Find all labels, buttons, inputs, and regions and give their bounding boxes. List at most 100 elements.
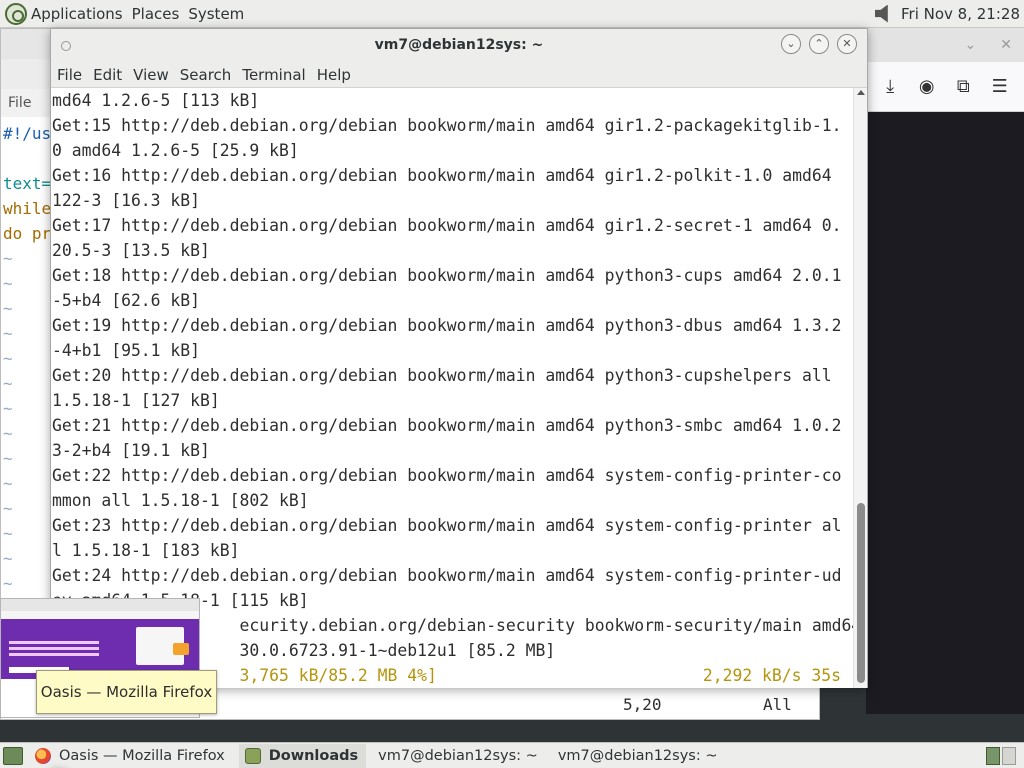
scroll-percentage: All xyxy=(763,695,792,714)
editor-line: ~ xyxy=(3,474,13,493)
editor-line: ~ xyxy=(3,449,13,468)
firefox-titlebar: ⌄ ✕ xyxy=(866,28,1024,62)
download-icon[interactable]: ⤓ xyxy=(878,76,902,97)
terminal-scrollbar[interactable] xyxy=(853,88,867,688)
scrollbar-thumb[interactable] xyxy=(857,503,865,683)
debian-menu-icon[interactable] xyxy=(5,2,27,25)
terminal-line: md64 1.2.6-5 [113 kB] xyxy=(52,91,260,110)
editor-line: ~ xyxy=(3,299,13,318)
account-icon[interactable]: ◉ xyxy=(915,76,939,97)
terminal-line: 0 amd64 1.2.6-5 [25.9 kB] xyxy=(52,141,299,160)
extensions-icon[interactable]: ⧉ xyxy=(951,76,975,97)
terminal-line: Get:19 http://deb.debian.org/debian book… xyxy=(52,316,842,335)
editor-line: ~ xyxy=(3,574,13,593)
taskbar-tooltip: Oasis — Mozilla Firefox xyxy=(36,670,217,714)
terminal-line: Get:20 http://deb.debian.org/debian book… xyxy=(52,366,832,385)
terminal-line: Get:24 http://deb.debian.org/debian book… xyxy=(52,566,842,585)
task-label: vm7@debian12sys: ~ xyxy=(378,747,538,764)
editor-line: ~ xyxy=(3,374,13,393)
terminal-line: 3-2+b4 [19.1 kB] xyxy=(52,441,210,460)
close-icon[interactable]: ✕ xyxy=(837,34,857,54)
firefox-close-icon[interactable]: ✕ xyxy=(1000,37,1012,53)
menu-terminal[interactable]: Terminal xyxy=(242,66,305,84)
preview-tabs xyxy=(1,599,199,611)
menu-edit[interactable]: Edit xyxy=(93,66,122,84)
editor-menu-file[interactable]: File xyxy=(1,89,53,117)
menu-help[interactable]: Help xyxy=(317,66,351,84)
task-terminal-2[interactable]: vm7@debian12sys: ~ xyxy=(552,744,726,768)
editor-line: ~ xyxy=(3,324,13,343)
maximize-icon[interactable]: ⌃ xyxy=(809,34,829,54)
terminal-line: Get:16 http://deb.debian.org/debian book… xyxy=(52,166,832,185)
terminal-window: vm7@debian12sys: ~ ⌄ ⌃ ✕ File Edit View … xyxy=(50,28,868,688)
terminal-line: Get:17 http://deb.debian.org/debian book… xyxy=(52,216,842,235)
bottom-taskbar: Oasis — Mozilla Firefox Downloads vm7@de… xyxy=(0,742,1024,768)
terminal-line: 20.5-3 [13.5 kB] xyxy=(52,241,210,260)
menu-system[interactable]: System xyxy=(188,5,244,23)
task-downloads[interactable]: Downloads xyxy=(238,743,367,768)
menu-search[interactable]: Search xyxy=(180,66,232,84)
terminal-line: Get:15 http://deb.debian.org/debian book… xyxy=(52,116,842,135)
terminal-line: -5+b4 [62.6 kB] xyxy=(52,291,201,310)
hamburger-menu-icon[interactable]: ☰ xyxy=(988,76,1012,97)
firefox-toolbar: ⤓ ◉ ⧉ ☰ xyxy=(866,62,1024,112)
progress-rate: 2,292 kB/s 35s xyxy=(702,666,841,685)
preview-urlbar xyxy=(1,611,199,619)
task-firefox[interactable]: Oasis — Mozilla Firefox xyxy=(29,744,233,768)
workspace-1[interactable] xyxy=(986,746,1000,765)
terminal-line: -4+b1 [95.1 kB] xyxy=(52,341,201,360)
terminal-titlebar[interactable]: vm7@debian12sys: ~ ⌄ ⌃ ✕ xyxy=(51,29,867,62)
firefox-icon xyxy=(35,747,51,764)
menu-file[interactable]: File xyxy=(57,66,82,84)
editor-line: ~ xyxy=(3,249,13,268)
volume-icon[interactable] xyxy=(875,4,888,23)
terminal-line: 122-3 [16.3 kB] xyxy=(52,191,201,210)
editor-line: ~ xyxy=(3,524,13,543)
editor-line: text= xyxy=(3,174,52,193)
panel-clock[interactable]: Fri Nov 8, 21:28 xyxy=(901,5,1020,23)
firefox-window-background: ⌄ ✕ ⤓ ◉ ⧉ ☰ xyxy=(866,28,1024,714)
menu-view[interactable]: View xyxy=(133,66,169,84)
terminal-menubar: File Edit View Search Terminal Help xyxy=(51,62,867,88)
minimize-icon[interactable]: ⌄ xyxy=(781,34,801,54)
terminal-line: l 1.5.18-1 [183 kB] xyxy=(52,541,240,560)
folder-icon xyxy=(244,747,261,764)
editor-line: ~ xyxy=(3,349,13,368)
editor-line: ~ xyxy=(3,399,13,418)
terminal-line: Get:18 http://deb.debian.org/debian book… xyxy=(52,266,842,285)
terminal-lines: md64 1.2.6-5 [113 kB] Get:15 http://deb.d… xyxy=(52,88,855,663)
top-panel: Applications Places System Fri Nov 8, 21… xyxy=(0,0,1024,28)
terminal-line: Get:22 http://deb.debian.org/debian book… xyxy=(52,466,842,485)
task-label: Downloads xyxy=(268,747,359,764)
window-menu-icon[interactable] xyxy=(61,40,71,51)
editor-line: while xyxy=(3,199,52,218)
editor-line: ~ xyxy=(3,549,13,568)
editor-line: ~ xyxy=(3,499,13,518)
terminal-line: Get:23 http://deb.debian.org/debian book… xyxy=(52,516,842,535)
menu-applications[interactable]: Applications xyxy=(31,5,123,23)
firefox-minimize-icon[interactable]: ⌄ xyxy=(965,37,977,53)
task-label: Oasis — Mozilla Firefox xyxy=(59,747,225,764)
cursor-position: 5,20 xyxy=(623,695,662,714)
workspace-switcher[interactable] xyxy=(986,746,1016,765)
task-label: vm7@debian12sys: ~ xyxy=(557,747,718,764)
editor-text-area[interactable]: #!/ustext=whiledo pr~~~~~~~~~~~~~~~ xyxy=(3,121,51,621)
editor-line: do pr xyxy=(3,224,52,243)
editor-line: ~ xyxy=(3,424,13,443)
preview-badge xyxy=(173,643,189,655)
task-terminal-1[interactable]: vm7@debian12sys: ~ xyxy=(372,744,546,768)
terminal-title: vm7@debian12sys: ~ xyxy=(374,37,544,53)
editor-line: ~ xyxy=(3,274,13,293)
scroll-up-icon[interactable] xyxy=(857,90,865,95)
show-desktop-icon[interactable] xyxy=(3,746,23,765)
terminal-line: Get:21 http://deb.debian.org/debian book… xyxy=(52,416,842,435)
terminal-line: mmon all 1.5.18-1 [802 kB] xyxy=(52,491,309,510)
preview-text-block xyxy=(9,641,99,665)
editor-line: #!/us xyxy=(3,124,52,143)
editor-toolbar xyxy=(1,59,53,89)
terminal-line: 1.5.18-1 [127 kB] xyxy=(52,391,220,410)
window-buttons: ⌄ ⌃ ✕ xyxy=(781,34,857,54)
menu-places[interactable]: Places xyxy=(132,5,180,23)
workspace-2[interactable] xyxy=(1002,746,1016,765)
